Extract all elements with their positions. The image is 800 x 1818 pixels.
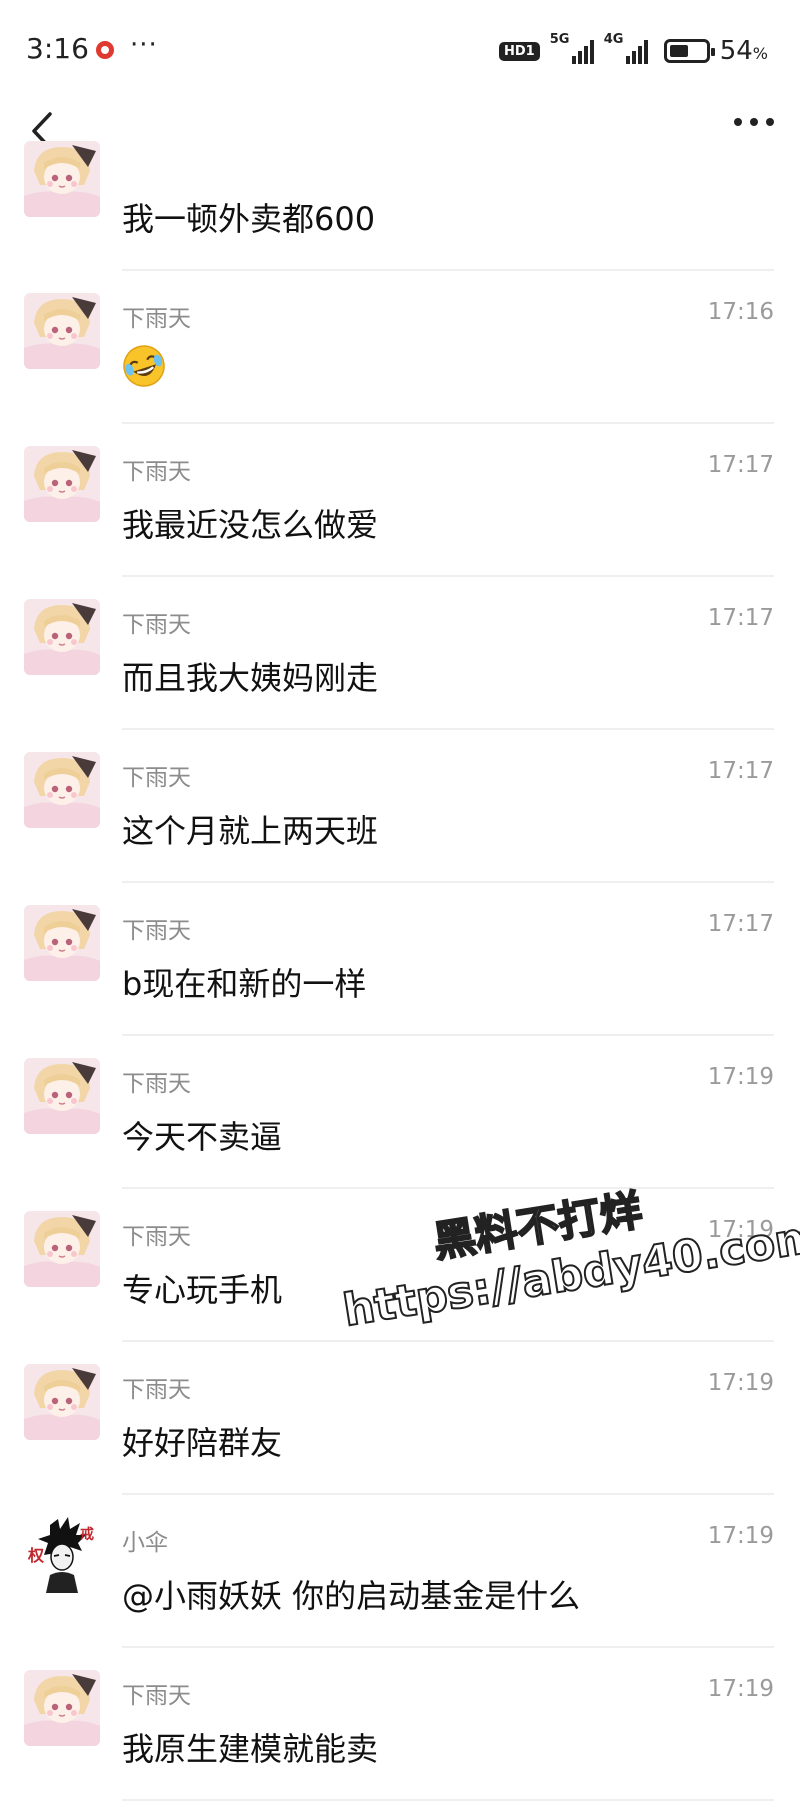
sender-name[interactable]: 下雨天 [122, 1676, 191, 1710]
message-time: 17:19 [707, 1370, 774, 1396]
message-time: 17:19 [707, 1523, 774, 1549]
sender-name[interactable]: 下雨天 [122, 1064, 191, 1098]
avatar-xiayutian[interactable] [24, 293, 100, 369]
message-time: 17:17 [707, 605, 774, 631]
message-text: 我一顿外卖都600 [122, 200, 376, 238]
sender-name[interactable]: 下雨天 [122, 299, 191, 333]
message-item[interactable]: 我一顿外卖都600 [0, 141, 800, 271]
signal-5g-icon: 5G [550, 32, 594, 64]
message-text: 专心玩手机 [122, 1271, 283, 1309]
message-text: b现在和新的一样 [122, 965, 367, 1003]
message-item[interactable]: 下雨天 17:17 这个月就上两天班 [0, 730, 800, 883]
sender-name[interactable]: 下雨天 [122, 605, 191, 639]
notification-dot-icon [96, 41, 114, 59]
sender-name[interactable]: 下雨天 [122, 1370, 191, 1404]
avatar-xiayutian[interactable] [24, 141, 100, 217]
signal-4g-icon: 4G [604, 32, 648, 64]
message-time: 17:17 [707, 758, 774, 784]
message-item[interactable]: 下雨天 17:17 b现在和新的一样 [0, 883, 800, 1036]
status-bar: 3:16 ··· HD1 5G 4G 54% [0, 0, 800, 100]
net2-label: 4G [603, 32, 624, 47]
sender-name[interactable]: 下雨天 [122, 452, 191, 486]
svg-text:权: 权 [27, 1546, 45, 1565]
sender-name[interactable]: 下雨天 [122, 1217, 191, 1251]
battery-icon [663, 39, 715, 63]
laughing-crying-emoji-icon [122, 344, 166, 388]
more-options-icon[interactable] [734, 118, 774, 126]
message-item[interactable]: 下雨天 17:19 专心玩手机 [0, 1189, 800, 1342]
message-item[interactable]: 下雨天 17:17 而且我大姨妈刚走 [0, 577, 800, 730]
message-text: 好好陪群友 [122, 1424, 283, 1462]
sender-name[interactable]: 小伞 [122, 1523, 168, 1557]
status-indicators: HD1 5G 4G 54% [498, 32, 768, 68]
message-item[interactable]: 下雨天 17:19 好好陪群友 [0, 1342, 800, 1495]
avatar-xiayutian[interactable] [24, 1670, 100, 1746]
message-item[interactable]: 下雨天 17:16 [0, 271, 800, 424]
svg-text:戒: 戒 [80, 1526, 94, 1543]
sender-name[interactable]: 下雨天 [122, 758, 191, 792]
net1-label: 5G [549, 32, 570, 47]
message-divider [122, 1799, 774, 1801]
battery-fill [669, 45, 688, 57]
status-time: 3:16 [26, 32, 89, 65]
status-more-icon: ··· [130, 30, 158, 60]
avatar-xiayutian[interactable] [24, 446, 100, 522]
message-item[interactable]: 权戒小伞 17:19 @小雨妖妖 你的启动基金是什么 [0, 1495, 800, 1648]
message-time: 17:17 [707, 911, 774, 937]
chat-message-list[interactable]: 我一顿外卖都600 下雨天 17:16 下雨天 17:17 我最近没怎么做爱 下雨天 17:1… [0, 141, 800, 1801]
hd-badge: HD1 [498, 41, 540, 61]
message-time: 17:17 [707, 452, 774, 478]
message-text: 而且我大姨妈刚走 [122, 659, 379, 697]
message-time: 17:19 [707, 1676, 774, 1702]
message-time: 17:16 [707, 299, 774, 325]
message-time: 17:19 [707, 1064, 774, 1090]
message-text: @小雨妖妖 你的启动基金是什么 [122, 1577, 581, 1615]
avatar-xiayutian[interactable] [24, 1211, 100, 1287]
message-text: 我原生建模就能卖 [122, 1730, 379, 1768]
avatar-xiaosan[interactable]: 权戒 [24, 1517, 100, 1593]
avatar-xiayutian[interactable] [24, 599, 100, 675]
avatar-xiayutian[interactable] [24, 752, 100, 828]
avatar-xiayutian[interactable] [24, 905, 100, 981]
message-text: 这个月就上两天班 [122, 812, 379, 850]
message-item[interactable]: 下雨天 17:19 今天不卖逼 [0, 1036, 800, 1189]
avatar-xiayutian[interactable] [24, 1364, 100, 1440]
message-text: 我最近没怎么做爱 [122, 506, 379, 544]
message-text: 今天不卖逼 [122, 1118, 283, 1156]
avatar-xiayutian[interactable] [24, 1058, 100, 1134]
message-item[interactable]: 下雨天 17:19 我原生建模就能卖 [0, 1648, 800, 1801]
message-time: 17:19 [707, 1217, 774, 1243]
message-item[interactable]: 下雨天 17:17 我最近没怎么做爱 [0, 424, 800, 577]
sender-name[interactable]: 下雨天 [122, 911, 191, 945]
battery-percent: 54% [719, 36, 768, 66]
